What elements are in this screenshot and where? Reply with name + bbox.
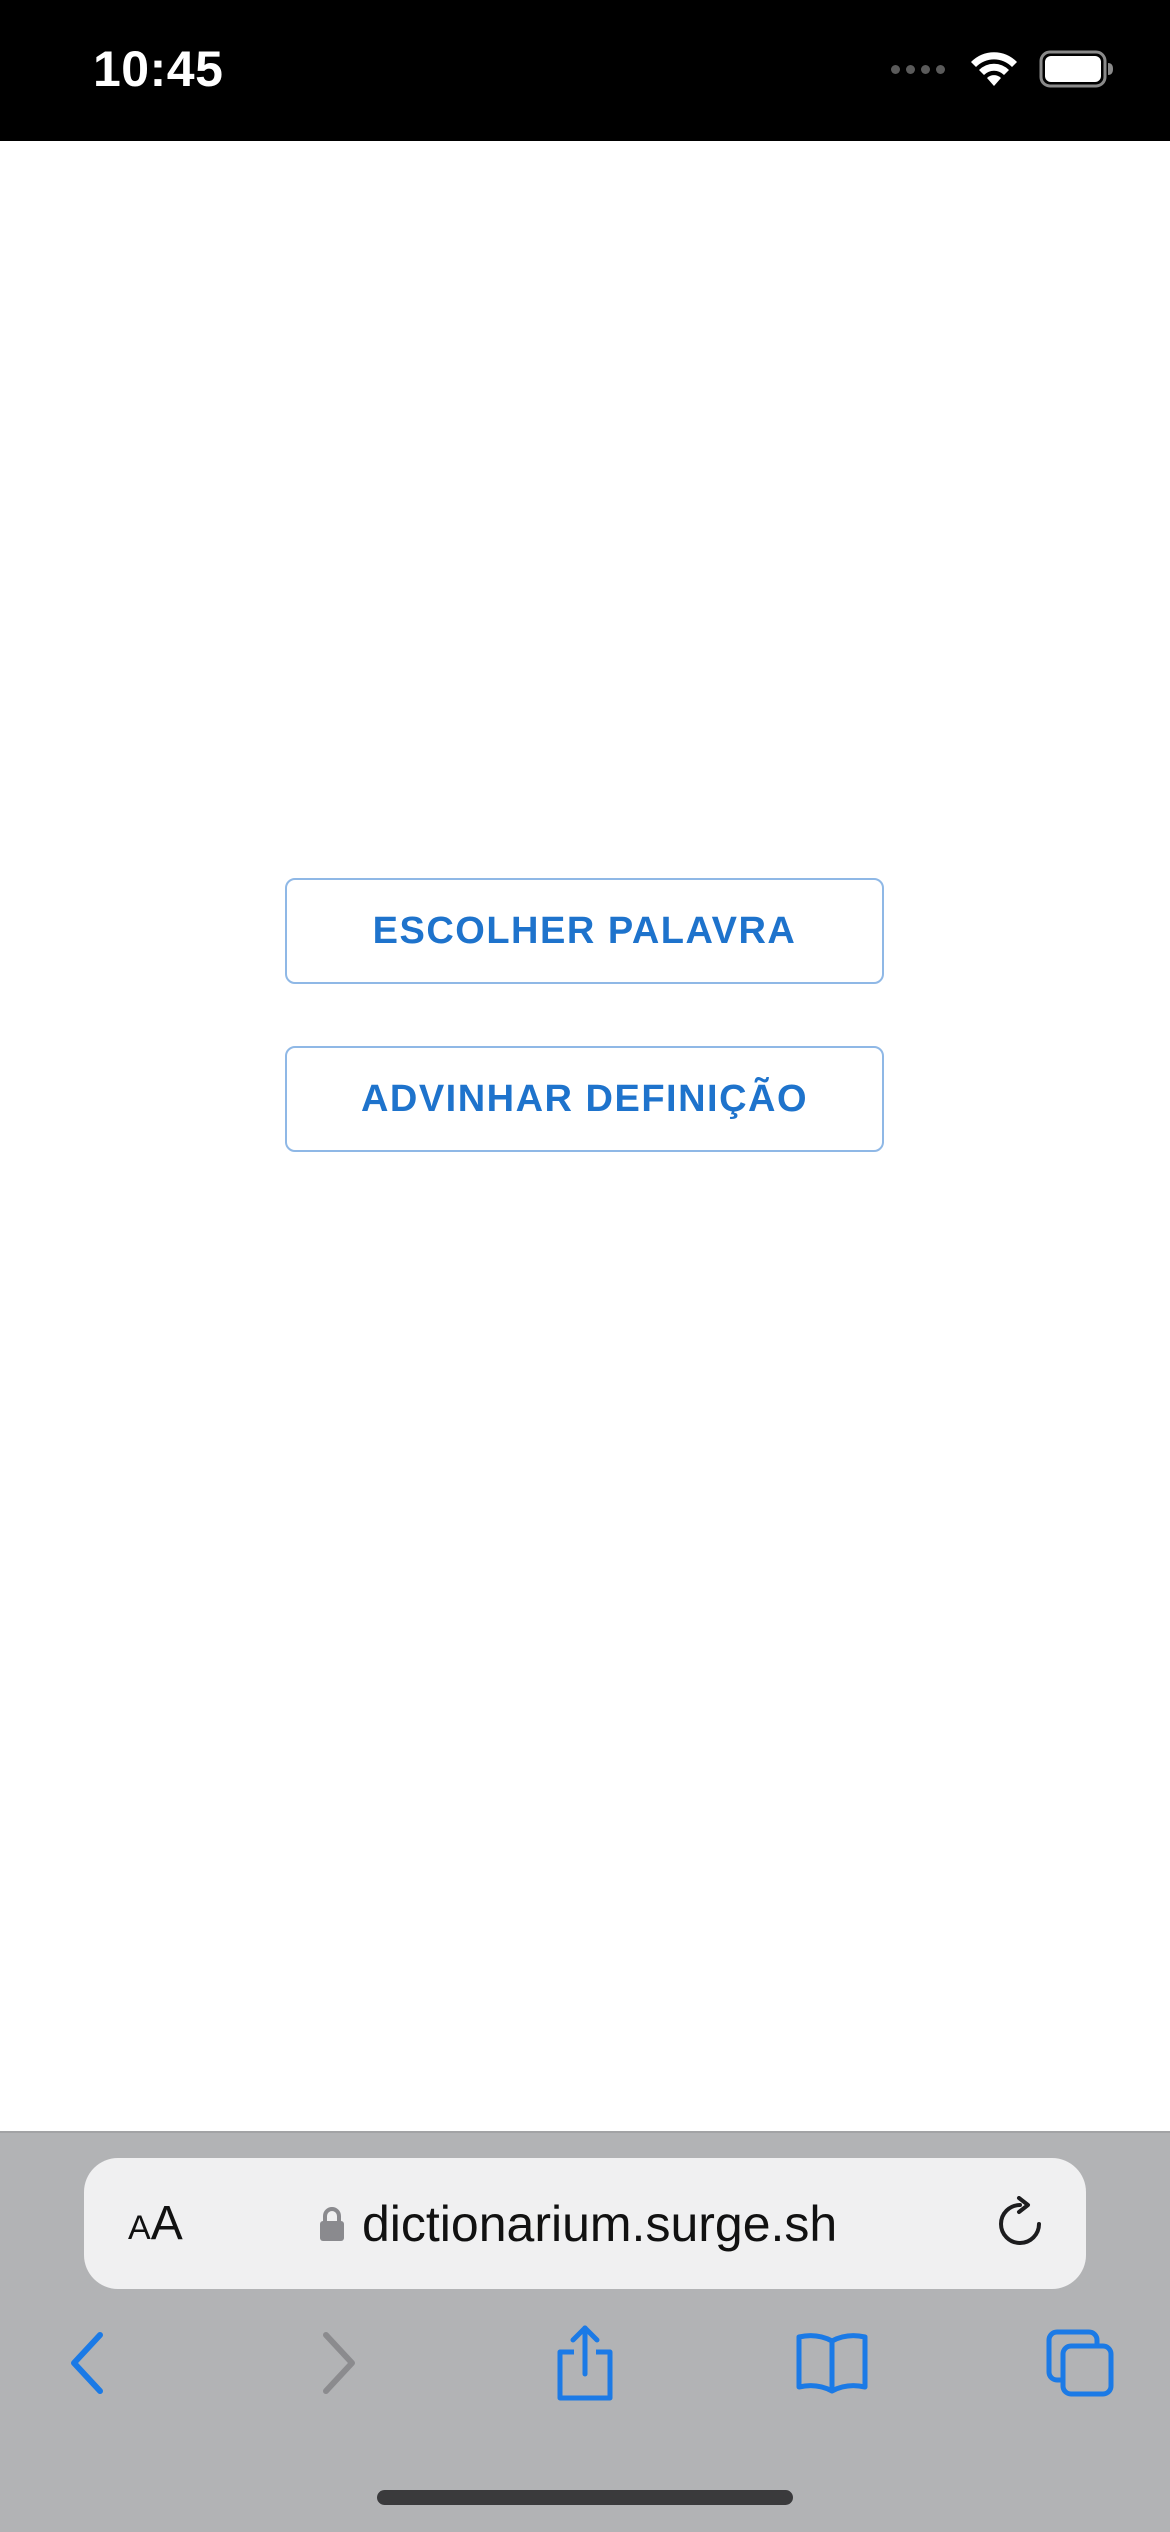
back-icon [71,2332,103,2394]
aa-large-label: A [150,2197,183,2250]
guess-definition-button[interactable]: ADVINHAR DEFINIÇÃO [285,1046,884,1152]
wifi-icon [971,52,1017,86]
status-time: 10:45 [93,41,224,97]
share-icon [557,2325,613,2401]
tabs-icon [1046,2329,1114,2397]
status-bar: 10:45 [0,0,1170,141]
aa-small-label: A [128,2209,151,2247]
text-size-button[interactable]: A A [128,2196,183,2251]
page-content: ESCOLHER PALAVRA ADVINHAR DEFINIÇÃO [0,141,1170,2131]
battery-icon [1039,50,1113,88]
tabs-button[interactable] [1040,2318,1120,2408]
browser-toolbar [0,2318,1170,2428]
forward-button[interactable] [298,2318,378,2408]
status-icons [891,50,1115,88]
address-bar[interactable]: A A dictionarium.surge.sh [84,2158,1086,2289]
browser-toolbar-area: A A dictionarium.surge.sh [0,2131,1170,2532]
forward-icon [323,2332,355,2394]
bookmarks-button[interactable] [792,2318,872,2408]
cellular-dots-icon [891,64,945,74]
lock-icon [320,2206,344,2241]
browser-screen: 10:45 ESCOLHER PALAVRA ADVINHAR DEFINIÇÃ… [0,0,1170,2532]
home-indicator[interactable] [377,2490,793,2505]
back-button[interactable] [48,2318,128,2408]
url-field[interactable]: dictionarium.surge.sh [318,2158,837,2289]
bookmarks-icon [796,2333,868,2394]
reload-icon[interactable] [992,2196,1048,2252]
share-button[interactable] [545,2318,625,2408]
url-text: dictionarium.surge.sh [362,2195,838,2252]
choose-word-button[interactable]: ESCOLHER PALAVRA [285,878,884,984]
